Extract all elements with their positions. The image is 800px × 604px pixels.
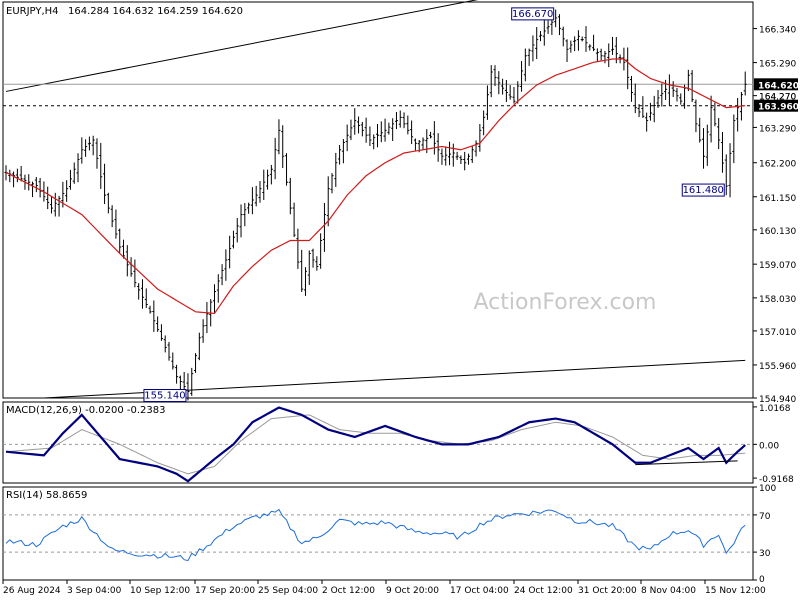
rsi-y-tick-label: 70 (759, 512, 771, 522)
rsi-title: RSI(14) 58.8659 (6, 490, 87, 501)
rsi-y-tick-label: 0 (759, 575, 765, 585)
x-tick-label: 17 Sep 20:00 (195, 586, 255, 596)
price-y-tick-label: 166.340 (759, 26, 796, 36)
price-y-tick-label: 162.200 (759, 160, 796, 170)
price-y-tick-label: 159.070 (759, 261, 796, 271)
price-y-tick-label: 157.010 (759, 328, 796, 338)
price-annotation-label: 161.480 (683, 185, 724, 196)
eurjpy-h4-chart: ActionForex.com 166.670 155.140 161.480 166.… (2, 0, 799, 596)
rsi-y-tick-label: 30 (759, 549, 771, 559)
x-tick-label: 9 Oct 20:00 (386, 586, 439, 596)
macd-title: MACD(12,26,9) -0.0200 -0.2383 (6, 405, 166, 416)
price-y-tick-label: 165.290 (759, 60, 796, 70)
price-y-tick-label: 160.130 (759, 227, 796, 237)
x-tick-label: 25 Sep 04:00 (258, 586, 318, 596)
x-tick-label: 15 Nov 12:00 (705, 586, 766, 596)
price-y-tick-label: 155.960 (759, 362, 796, 372)
price-y-tick-label: 158.030 (759, 295, 796, 305)
price-y-tick-label: 163.290 (759, 124, 796, 134)
price-y-tick-label: 161.150 (759, 194, 796, 204)
macd-y-tick-label: 0.00 (759, 441, 779, 451)
x-tick-label: 24 Oct 12:00 (514, 586, 573, 596)
chart-symbol: EURJPY,H4 (6, 6, 59, 17)
price-annotation-label: 166.670 (512, 9, 553, 20)
x-tick-label: 2 Oct 12:00 (322, 586, 375, 596)
rsi-y-tick-label: 100 (759, 484, 776, 494)
chart-ohlc: 164.284 164.632 164.259 164.620 (68, 6, 243, 17)
price-annotation-label: 155.140 (144, 391, 185, 402)
rsi-panel (2, 486, 754, 581)
x-tick-label: 26 Aug 2024 (3, 586, 61, 596)
x-tick-label: 17 Oct 04:00 (450, 586, 509, 596)
price-panel (2, 1, 754, 399)
x-tick-label: 8 Nov 04:00 (641, 586, 696, 596)
chart-root: ActionForex.com 166.670 155.140 161.480 166.… (0, 0, 800, 600)
current-price-label-0: 164.620 (758, 81, 799, 91)
x-tick-label: 10 Sep 12:00 (130, 586, 190, 596)
watermark: ActionForex.com (474, 290, 657, 315)
current-price-label-1: 163.960 (758, 103, 799, 113)
macd-y-tick-label: 1.0168 (759, 404, 791, 414)
x-tick-label: 31 Oct 20:00 (578, 586, 637, 596)
x-tick-label: 3 Sep 04:00 (67, 586, 122, 596)
